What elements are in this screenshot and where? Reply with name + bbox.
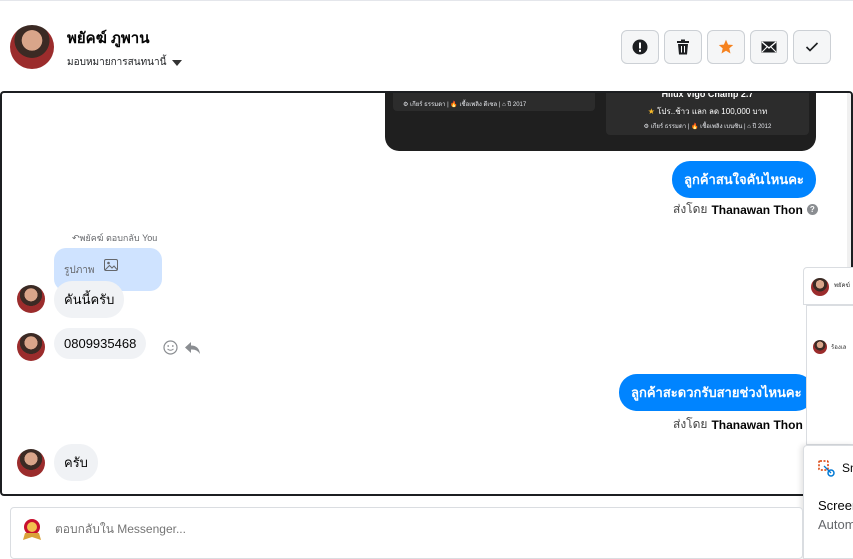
sender-name: Thanawan Thon (711, 202, 803, 217)
message-input[interactable] (55, 522, 210, 536)
listing-left-meta: ⚙ เกียร์ ธรรมดา | 🔥 เชื้อเพลิง ดีเซล | ⌂… (403, 102, 527, 108)
contact-avatar (813, 340, 827, 354)
mark-done-button[interactable] (793, 30, 831, 64)
contact-avatar[interactable] (17, 333, 45, 361)
reply-note-text: พยัคฆ์ ตอบกลับ You (79, 233, 158, 243)
sender-name: Thanawan Thon (711, 417, 803, 432)
message-thread[interactable]: ⚙ เกียร์ ธรรมดา | 🔥 เชื้อเพลิง ดีเซล | ⌂… (0, 91, 853, 496)
listing-card-right: Hilux Vigo Champ 2.7 ★ โปร..ช้าว แลก ลด … (606, 91, 809, 135)
sent-by-label: ส่งโดย Thanawan Thon (673, 415, 803, 434)
listing-title: Hilux Vigo Champ 2.7 (661, 91, 754, 99)
app-name: Sn (842, 461, 853, 475)
help-icon[interactable]: ? (806, 204, 818, 215)
emoji-react-icon[interactable] (163, 340, 178, 355)
listing-card-left: ⚙ เกียร์ ธรรมดา | 🔥 เชื้อเพลิง ดีเซล | ⌂… (393, 93, 595, 111)
listing-subtitle: ★ โปร..ช้าว แลก ลด 100,000 บาท (606, 105, 809, 118)
contact-avatar[interactable] (10, 25, 54, 69)
listing-meta: ⚙ เกียร์ ธรรมดา | 🔥 เชื้อเพลิง เบนซิน | … (643, 124, 772, 130)
chat-popup-header[interactable]: พยัคฆ์ (803, 267, 853, 305)
incoming-message[interactable]: 0809935468 (54, 328, 147, 359)
popup-message: ร้องเล (831, 345, 847, 351)
chat-popup-body: ร้องเล (806, 305, 853, 445)
notification-popup[interactable]: Sn Screen Autom (803, 445, 853, 559)
assign-conversation-dropdown[interactable]: มอบหมายการสนทนานี้ (67, 55, 183, 70)
shared-listing-preview[interactable]: ⚙ เกียร์ ธรรมดา | 🔥 เชื้อเพลิง ดีเซล | ⌂… (385, 91, 816, 151)
star-icon: ★ (647, 107, 655, 116)
image-icon (104, 259, 118, 271)
reply-arrow-icon: ↶ (72, 233, 80, 243)
sent-by-prefix: ส่งโดย (673, 417, 708, 431)
outgoing-message[interactable]: ลูกค้าสนใจคันไหนคะ (672, 161, 816, 198)
star-button[interactable] (707, 30, 745, 64)
contact-avatar (811, 278, 829, 296)
caret-down-icon (172, 59, 183, 66)
outgoing-message[interactable]: ลูกค้าสะดวกรับสายช่วงไหนคะ (619, 374, 814, 411)
contact-name[interactable]: พยัคฆ์ ภูพาน (67, 26, 149, 50)
quoted-text: รูปภาพ (64, 265, 95, 276)
listing-subtitle-text: โปร..ช้าว แลก ลด 100,000 บาท (657, 107, 768, 116)
report-icon (632, 39, 648, 55)
notification-body: Autom (818, 517, 853, 532)
incoming-message[interactable]: คันนี้ครับ (54, 281, 125, 318)
check-icon (805, 42, 819, 52)
incoming-message[interactable]: ครับ (54, 444, 98, 481)
reply-context: ↶พยัคฆ์ ตอบกลับ You (72, 231, 157, 245)
reply-icon[interactable] (184, 341, 201, 355)
conversation-header: พยัคฆ์ ภูพาน มอบหมายการสนทนานี้ (0, 0, 853, 90)
sent-by-prefix: ส่งโดย (673, 202, 708, 216)
sent-by-label: ส่งโดย Thanawan Thon ? (673, 200, 818, 219)
popup-name: พยัคฆ์ (834, 283, 850, 289)
mark-unread-button[interactable] (750, 30, 788, 64)
report-spam-button[interactable] (621, 30, 659, 64)
reply-composer[interactable] (10, 507, 803, 559)
page-avatar (19, 516, 45, 542)
assign-label: มอบหมายการสนทนานี้ (67, 57, 167, 68)
message-actions (163, 340, 201, 355)
star-icon (718, 39, 734, 54)
contact-avatar[interactable] (17, 285, 45, 313)
notification-title: Screen (818, 498, 853, 513)
snipping-tool-icon (818, 460, 835, 477)
trash-icon (677, 39, 689, 55)
mail-icon (761, 41, 777, 53)
delete-button[interactable] (664, 30, 702, 64)
contact-avatar[interactable] (17, 449, 45, 477)
page-logo-icon (23, 519, 41, 540)
